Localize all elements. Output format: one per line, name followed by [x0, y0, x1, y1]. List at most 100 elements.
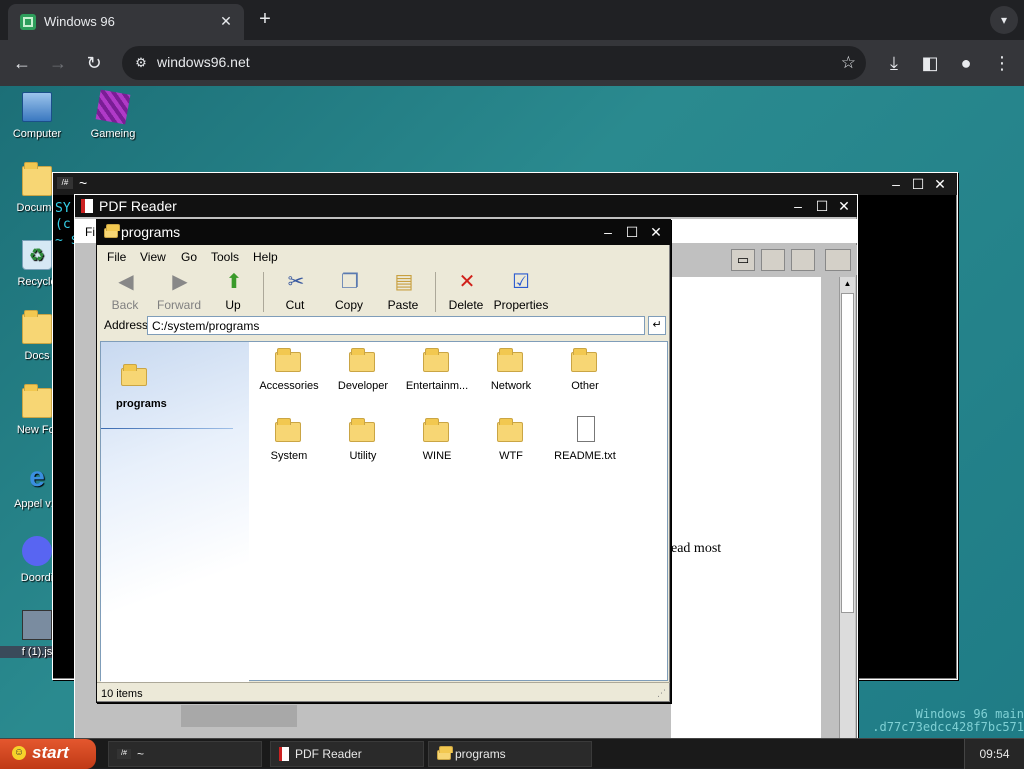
download-icon[interactable]: ⤓ [880, 49, 908, 77]
folder-item[interactable]: Network [473, 342, 549, 406]
explorer-titlebar[interactable]: programs – ☐ ✕ [97, 220, 670, 245]
close-icon[interactable]: ✕ [835, 198, 853, 214]
item-label: Utility [349, 450, 377, 462]
properties-button[interactable]: ☑ Properties [493, 270, 549, 314]
delete-button[interactable]: ✕ Delete [439, 270, 493, 314]
minimize-icon[interactable]: – [887, 176, 905, 192]
folder-item[interactable]: Entertainm... [399, 342, 475, 406]
properties-icon: ☑ [512, 271, 530, 293]
task-pdf-reader[interactable]: PDF Reader [270, 741, 424, 767]
scissors-icon: ✂ [287, 271, 305, 293]
close-icon[interactable]: ✕ [647, 224, 665, 240]
back-button[interactable]: ◀ Back [98, 270, 152, 314]
watermark: Windows 96 main .d77c73edcc428f7bc571 [872, 707, 1024, 734]
documents-folder-icon [22, 162, 52, 196]
item-label: Network [490, 380, 532, 392]
copy-button[interactable]: ❐ Copy [322, 270, 376, 314]
reload-icon[interactable]: ↻ [80, 49, 108, 77]
resize-grip-icon[interactable]: ⋰ [657, 688, 666, 699]
folder-item[interactable]: Utility [325, 412, 401, 476]
maximize-icon[interactable]: ☐ [909, 176, 927, 192]
up-folder-icon: ⬆ [225, 271, 243, 293]
site-info-icon[interactable]: ⚙ [132, 54, 150, 72]
forward-arrow-icon[interactable]: → [44, 49, 72, 77]
cut-button[interactable]: ✂ Cut [268, 270, 322, 314]
close-icon[interactable]: ✕ [931, 176, 949, 192]
item-label: System [270, 450, 308, 462]
address-label: Address [104, 318, 149, 332]
menu-file[interactable]: File [107, 250, 126, 264]
task-terminal[interactable]: /# ~ [108, 741, 262, 767]
browser-tab[interactable]: Windows 96 ✕ [8, 4, 244, 40]
desktop-icon-gameing[interactable]: Gameing [76, 89, 150, 160]
bookmark-star-icon[interactable]: ☆ [841, 53, 856, 73]
scroll-up-icon[interactable]: ▲ [841, 279, 854, 291]
details-pane: programs [101, 342, 249, 682]
discord-icon [22, 536, 52, 566]
delete-x-icon: ✕ [458, 271, 476, 293]
folder-view: programs Accessories Developer Entertainm.… [100, 341, 668, 682]
folder-icon [349, 418, 375, 442]
new-tab-button[interactable]: + [254, 8, 276, 30]
folder-item[interactable]: System [251, 412, 327, 476]
task-programs[interactable]: programs [428, 741, 592, 767]
print-icon[interactable] [791, 249, 815, 271]
menu-go[interactable]: Go [181, 250, 197, 264]
go-arrow-icon[interactable]: ↵ [648, 316, 666, 335]
folder-item[interactable]: Other [547, 342, 623, 406]
menu-view[interactable]: View [140, 250, 166, 264]
back-arrow-icon: ◀ [118, 271, 134, 293]
terminal-titlebar[interactable]: /# ~ – ☐ ✕ [53, 173, 957, 195]
folder-item[interactable]: Developer [325, 342, 401, 406]
tab-search-button[interactable]: ▾ [990, 6, 1018, 34]
forward-button[interactable]: ▶ Forward [152, 270, 206, 314]
forward-arrow-icon: ▶ [172, 271, 188, 293]
browser-toolbar: ← → ↻ ⚙ windows96.net ☆ ⤓ ◧ ● ⋮ [0, 40, 1024, 86]
pdf-titlebar[interactable]: PDF Reader – ☐ ✕ [75, 195, 857, 217]
clipboard-icon: ▤ [394, 271, 414, 293]
item-count: 10 items [101, 688, 143, 700]
pdf-page: ead most [671, 277, 821, 739]
start-smiley-icon: ☺ [12, 746, 26, 760]
folder-item[interactable]: WTF [473, 412, 549, 476]
taskbar: ☺ start /# ~ PDF Reader programs 09:54 [0, 738, 1024, 769]
url-text[interactable]: windows96.net [157, 54, 250, 70]
menu-file[interactable]: Fi [85, 225, 95, 239]
maximize-icon[interactable]: ☐ [813, 198, 831, 214]
pdf-scrollbar[interactable]: ▲ [839, 277, 855, 739]
open-folder-icon[interactable] [761, 249, 785, 271]
maximize-icon[interactable]: ☐ [623, 224, 641, 240]
back-arrow-icon[interactable]: ← [8, 49, 36, 77]
folder-item[interactable]: WINE [399, 412, 475, 476]
start-button[interactable]: ☺ start [0, 739, 96, 769]
menu-help[interactable]: Help [253, 250, 278, 264]
presentation-icon[interactable]: ▭ [731, 249, 755, 271]
item-label: WTF [499, 450, 523, 462]
scroll-thumb[interactable] [841, 293, 854, 613]
settings-icon[interactable] [825, 249, 851, 271]
menu-tools[interactable]: Tools [211, 250, 239, 264]
close-tab-icon[interactable]: ✕ [216, 11, 236, 31]
paste-button[interactable]: ▤ Paste [376, 270, 430, 314]
folder-icon [423, 348, 449, 372]
browser-tab-bar: Windows 96 ✕ + ▾ [0, 0, 1024, 40]
browser-menu-icon[interactable]: ⋮ [988, 49, 1016, 77]
folder-item[interactable]: Accessories [251, 342, 327, 406]
recycle-bin-icon: ♻ [22, 240, 52, 270]
floating-toolbar[interactable] [181, 705, 297, 727]
desktop-icon-computer[interactable]: Computer [0, 90, 74, 160]
side-panel-icon[interactable]: ◧ [916, 49, 944, 77]
computer-icon [22, 92, 52, 122]
address-bar[interactable]: ⚙ windows96.net ☆ [122, 46, 866, 80]
up-button[interactable]: ⬆ Up [206, 270, 260, 314]
profile-icon[interactable]: ● [952, 49, 980, 77]
minimize-icon[interactable]: – [599, 224, 617, 240]
file-icon [22, 610, 52, 640]
address-input[interactable]: C:/system/programs [147, 316, 645, 335]
folder-icon [104, 224, 120, 238]
explorer-window[interactable]: programs – ☐ ✕ File View Go Tools Help ◀… [96, 219, 671, 703]
pane-title: programs [116, 398, 167, 410]
minimize-icon[interactable]: – [789, 198, 807, 214]
item-label: WINE [422, 450, 452, 462]
folder-item[interactable]: README.txt [547, 412, 623, 476]
